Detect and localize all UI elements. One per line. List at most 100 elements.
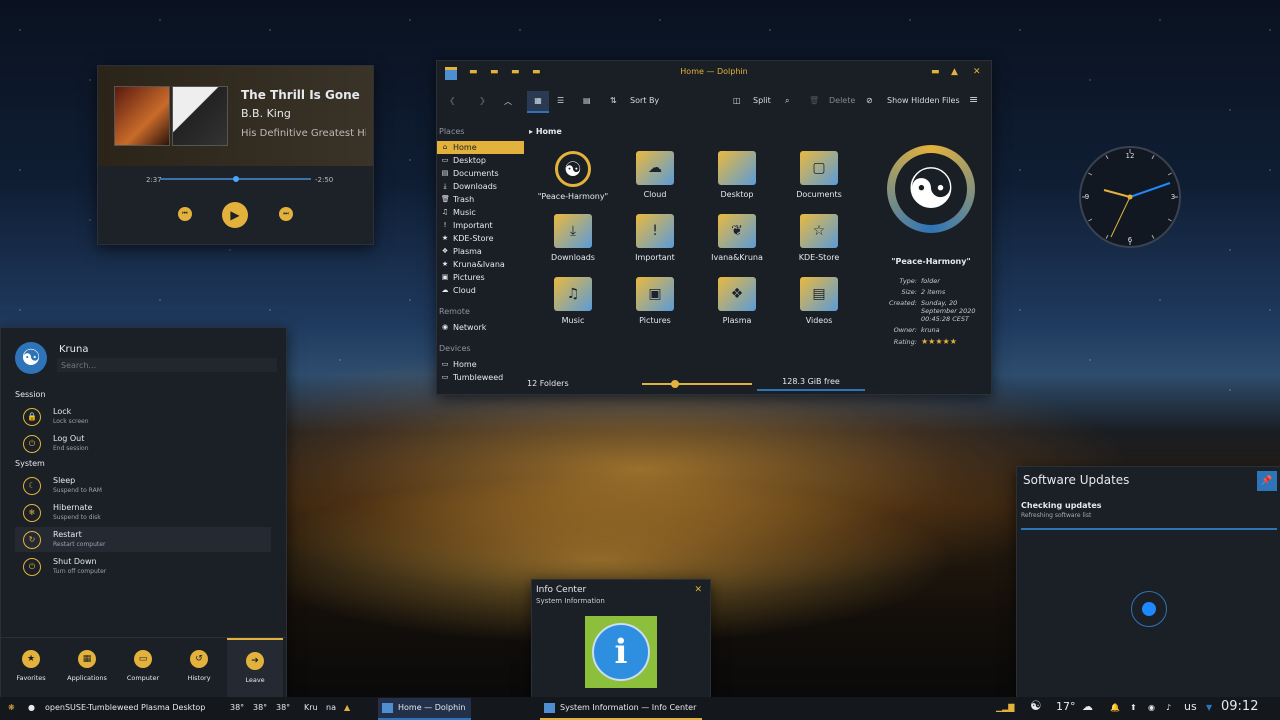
file-item[interactable]: ▤ Videos <box>779 277 859 325</box>
places-item-pictures[interactable]: ▣ Pictures <box>437 271 523 284</box>
task-dolphin[interactable]: Home — Dolphin <box>378 698 472 720</box>
picture-icon: ▣ <box>441 273 449 281</box>
tab-applications[interactable]: ▦ Applications <box>59 638 115 698</box>
tray-expand-icon[interactable]: ▼ <box>1206 703 1212 712</box>
zoom-handle[interactable] <box>671 380 679 388</box>
places-item-cloud[interactable]: ☁ Cloud <box>437 284 523 297</box>
places-item-downloads[interactable]: ⤓ Downloads <box>437 180 523 193</box>
file-item[interactable]: ❖ Plasma <box>697 277 777 325</box>
icons-view-button[interactable]: ▦ <box>527 91 549 113</box>
places-item-music[interactable]: ♫ Music <box>437 206 523 219</box>
split-icon[interactable]: ◫ <box>733 96 741 105</box>
next-track-button[interactable]: ⏭ <box>279 207 293 221</box>
pager-2[interactable]: na <box>326 703 336 712</box>
tab-history[interactable]: ↺ History <box>171 638 227 698</box>
tab-computer[interactable]: ▭ Computer <box>115 638 171 698</box>
play-button[interactable]: ▶ <box>222 202 248 228</box>
places-item-home[interactable]: ⌂ Home <box>437 141 524 154</box>
pager-arrow-icon[interactable]: ▲ <box>344 703 350 712</box>
file-item[interactable]: ▣ Pictures <box>615 277 695 325</box>
file-item[interactable]: ☆ KDE-Store <box>779 214 859 262</box>
places-item-trash[interactable]: 🗑 Trash <box>437 193 523 206</box>
start-menu-icon[interactable]: ❋ <box>8 703 15 712</box>
file-item[interactable]: Desktop <box>697 151 777 199</box>
file-item[interactable]: ❦ Ivana&Kruna <box>697 214 777 262</box>
tab-leave[interactable]: ➔ Leave <box>227 638 283 700</box>
file-item[interactable]: ⤓ Downloads <box>533 214 613 262</box>
item-subtitle: Suspend to RAM <box>53 487 102 494</box>
places-item-desktop[interactable]: ▭ Desktop <box>437 154 523 167</box>
delete-icon[interactable]: 🗑 <box>809 96 819 105</box>
sort-icon[interactable]: ⇅ <box>610 96 617 105</box>
search-icon[interactable]: ⌕ <box>785 96 789 106</box>
file-item[interactable]: ▢ Documents <box>779 151 859 199</box>
file-item[interactable]: ♫ Music <box>533 277 613 325</box>
rating-label: Rating: <box>893 338 917 346</box>
forward-icon[interactable]: ❯ <box>479 96 486 105</box>
breadcrumb-home[interactable]: Home <box>536 127 562 136</box>
distro-label[interactable]: openSUSE-Tumbleweed <box>45 703 138 712</box>
close-button[interactable]: ✕ <box>973 67 981 77</box>
item-subtitle: End session <box>53 445 89 452</box>
session-sleep[interactable]: ☾ Sleep Suspend to RAM <box>15 473 271 498</box>
places-item-kruna-ivana[interactable]: ★ Kruna&Ivana <box>437 258 523 271</box>
file-item[interactable]: ! Important <box>615 214 695 262</box>
weather-temp[interactable]: 17° <box>1056 700 1076 713</box>
session-lock[interactable]: 🔒 Lock Lock screen <box>15 404 271 429</box>
desktop-label[interactable]: Plasma Desktop <box>141 703 205 712</box>
places-item-home[interactable]: ▭ Home <box>437 358 523 371</box>
places-item-plasma[interactable]: ❖ Plasma <box>437 245 523 258</box>
back-icon[interactable]: ❮ <box>449 96 456 105</box>
places-item-tumbleweed[interactable]: ▭ Tumbleweed <box>437 371 523 384</box>
cloud-icon[interactable]: ☁ <box>1082 700 1093 713</box>
session-log-out[interactable]: ⏻ Log Out End session <box>15 431 271 456</box>
show-hidden-files-button[interactable]: Show Hidden Files <box>887 96 960 105</box>
split-button[interactable]: Split <box>753 96 771 105</box>
weather-moon-icon[interactable]: ☯ <box>1030 699 1042 714</box>
window-titlebar[interactable]: ▬ ▬ ▬ ▬ Home — Dolphin ▬ ▲ ✕ <box>437 61 991 85</box>
free-space-indicator[interactable]: 128.3 GiB free <box>757 377 865 391</box>
close-icon[interactable]: ✕ <box>694 585 702 595</box>
places-item-label: Plasma <box>453 247 482 256</box>
up-icon[interactable]: ︿ <box>504 96 512 107</box>
places-item-documents[interactable]: ▤ Documents <box>437 167 523 180</box>
system-monitor-icon[interactable]: ▁▂▇ <box>996 703 1014 712</box>
dolphin-window: ▬ ▬ ▬ ▬ Home — Dolphin ▬ ▲ ✕ ❮ ❯ ︿ ▦ ☰ ▤… <box>436 60 992 395</box>
previous-track-button[interactable]: ⏮ <box>178 207 192 221</box>
volume-icon[interactable]: ♪ <box>1166 703 1171 712</box>
session-hibernate[interactable]: ❄ Hibernate Suspend to disk <box>15 500 271 525</box>
pin-button[interactable]: 📌 <box>1257 471 1277 491</box>
places-item-network[interactable]: ◉ Network <box>437 321 523 334</box>
compact-view-icon[interactable]: ☰ <box>557 96 564 105</box>
hidden-files-icon[interactable]: ⊘ <box>866 96 873 105</box>
sleep-icon: ☾ <box>23 477 41 495</box>
places-item-kde-store[interactable]: ★ KDE-Store <box>437 232 523 245</box>
maximize-button[interactable]: ▲ <box>951 67 958 77</box>
session-restart[interactable]: ↻ Restart Restart computer <box>15 527 271 552</box>
preview-name: "Peace-Harmony" <box>891 257 971 266</box>
details-view-icon[interactable]: ▤ <box>583 96 591 105</box>
file-item[interactable]: ☯ "Peace-Harmony" <box>533 151 613 201</box>
hamburger-menu-icon[interactable]: ≡ <box>969 93 978 106</box>
rating-stars[interactable]: ★★★★★ <box>921 337 957 346</box>
delete-button[interactable]: Delete <box>829 96 855 105</box>
task-info-center[interactable]: System Information — Info Center <box>540 698 703 720</box>
notifications-icon[interactable]: 🔔 <box>1110 703 1120 712</box>
seek-handle[interactable] <box>232 176 239 182</box>
minimize-button[interactable]: ▬ <box>931 67 940 77</box>
tab-favorites[interactable]: ★ Favorites <box>3 638 59 698</box>
digital-clock[interactable]: 09:12 <box>1221 699 1258 714</box>
keyboard-layout[interactable]: us <box>1184 700 1197 713</box>
session-shut-down[interactable]: ⏻ Shut Down Turn off computer <box>15 554 271 579</box>
sort-by-button[interactable]: Sort By <box>630 96 659 105</box>
avatar[interactable]: ☯ <box>15 342 47 374</box>
pager-1[interactable]: Kru <box>304 703 318 712</box>
zoom-slider[interactable] <box>642 380 752 388</box>
search-input[interactable] <box>57 358 277 372</box>
network-tray-icon[interactable]: ◉ <box>1148 703 1155 712</box>
seek-slider[interactable] <box>160 176 311 182</box>
file-item[interactable]: ☁ Cloud <box>615 151 695 199</box>
places-item-important[interactable]: ! Important <box>437 219 523 232</box>
updates-tray-icon[interactable]: ⬆ <box>1130 703 1137 712</box>
breadcrumb[interactable]: ▸ Home <box>529 127 562 136</box>
